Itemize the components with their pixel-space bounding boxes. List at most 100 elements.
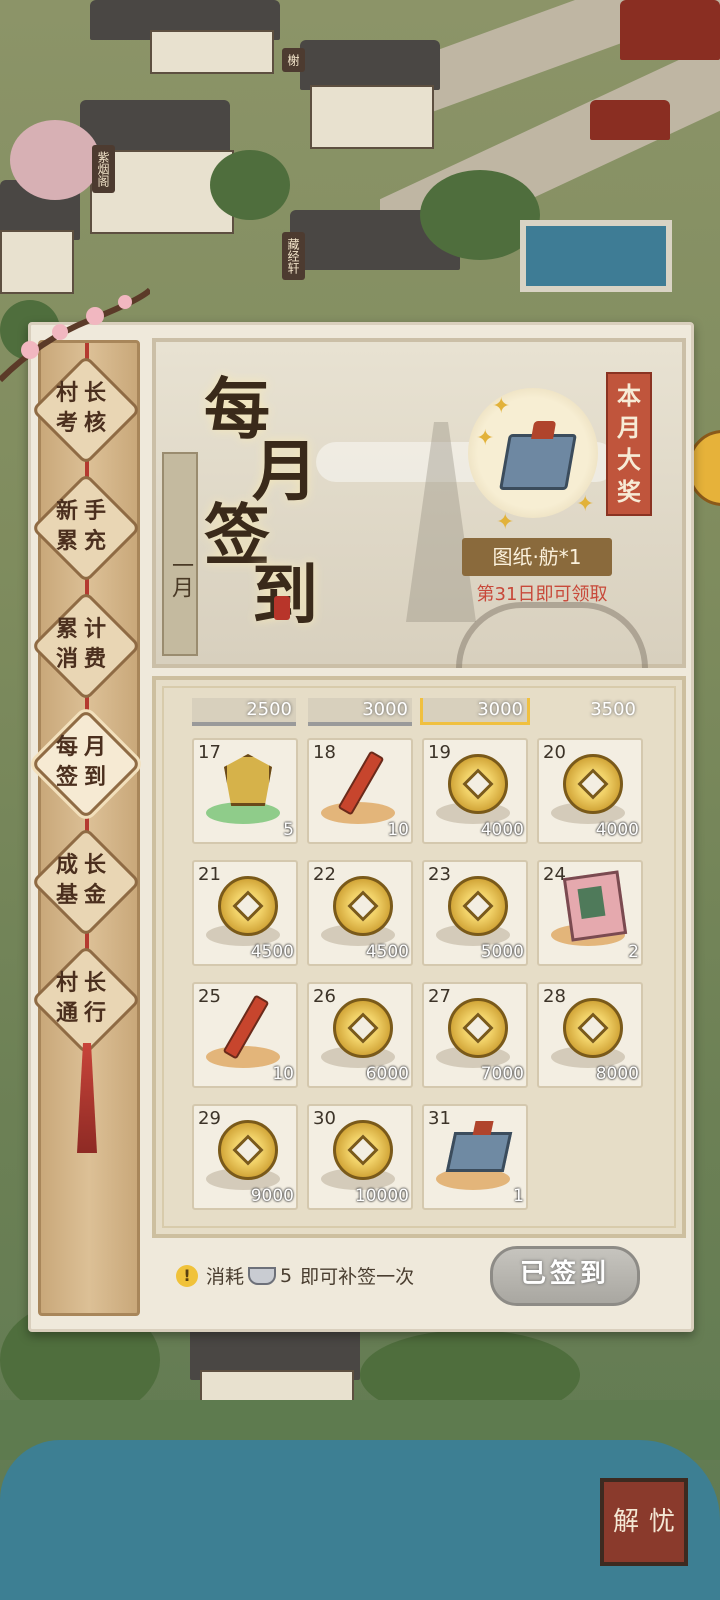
nav-label-line2: 通行	[55, 1001, 112, 1026]
reward-cell-day[interactable]: 19 4000	[422, 738, 528, 844]
signin-banner: 一月 每 月 签 到 ✦ ✦ ✦ ✦ 本 月 大 奖 图纸·舫*1 第31日即可…	[152, 338, 686, 668]
month-label: 一月	[168, 554, 193, 598]
reward-amount: 4500	[365, 942, 409, 962]
banner-title: 每 月 签 到	[204, 356, 324, 634]
nav-label-line1: 累计	[55, 617, 112, 642]
reward-amount: 2500	[246, 699, 292, 720]
reward-amount: 6000	[365, 1064, 409, 1084]
building-sign: 紫烟阁	[92, 145, 115, 193]
note-prefix: 消耗	[206, 1266, 245, 1288]
copper-coin-icon	[563, 754, 623, 814]
reward-cell-partial[interactable]: 3500	[536, 698, 640, 722]
reward-amount: 10	[272, 1064, 294, 1084]
reward-cell-partial[interactable]: 2500	[192, 698, 296, 726]
reward-amount: 4000	[595, 820, 639, 840]
reward-cell-day[interactable]: 25 10	[192, 982, 298, 1088]
grand-prize-char: 月	[617, 414, 641, 442]
copper-coin-icon	[448, 998, 508, 1058]
grand-prize-hint: 第31日即可领取	[476, 584, 608, 605]
nav-item-monthly-signin[interactable]: 每月 签到	[29, 708, 142, 820]
grand-prize-char: 大	[617, 446, 641, 474]
reward-amount: 3000	[477, 699, 523, 720]
nav-label-line1: 村长	[55, 381, 112, 406]
grand-prize-char: 奖	[617, 478, 641, 506]
day-number: 31	[428, 1108, 451, 1129]
reward-cell-day[interactable]: 22 4500	[307, 860, 413, 966]
warning-icon: !	[176, 1264, 198, 1287]
silver-ingot-icon	[248, 1266, 277, 1285]
nav-label-line2: 累充	[55, 529, 112, 554]
sparkle-icon: ✦	[496, 510, 515, 535]
day-number: 29	[198, 1108, 221, 1129]
note-suffix: 即可补签一次	[300, 1266, 415, 1288]
reward-amount: 4000	[480, 820, 524, 840]
nav-item-cumulative-spending[interactable]: 累计 消费	[29, 590, 142, 702]
month-tag: 一月	[162, 452, 198, 656]
day-number: 30	[313, 1108, 336, 1129]
amulet-icon	[224, 754, 272, 806]
nav-item-newbie-recharge[interactable]: 新手 累充	[29, 472, 142, 584]
day-number: 20	[543, 742, 566, 763]
blueprint-boat-icon	[445, 1132, 513, 1172]
grand-prize-char: 本	[617, 382, 641, 410]
item-plate	[206, 1046, 280, 1068]
day-number: 19	[428, 742, 451, 763]
nav-item-village-chief-assessment[interactable]: 村长 考核	[29, 354, 142, 466]
reward-amount: 7000	[480, 1064, 524, 1084]
reward-cell-day[interactable]: 20 4000	[537, 738, 643, 844]
reward-cell-day[interactable]: 30 10000	[307, 1104, 413, 1210]
signed-in-button[interactable]: 已签到	[490, 1246, 640, 1306]
reward-amount: 10	[387, 820, 409, 840]
nav-label-line2: 签到	[55, 765, 112, 790]
makeup-signin-note: ! 消耗 5 即可补签一次	[176, 1262, 414, 1289]
reward-cell-day[interactable]: 18 10	[307, 738, 413, 844]
nav-label-line2: 消费	[55, 647, 112, 672]
nav-item-village-chief-pass[interactable]: 村长 通行	[29, 944, 142, 1056]
nav-item-growth-fund[interactable]: 成长 基金	[29, 826, 142, 938]
copper-coin-icon	[563, 998, 623, 1058]
copper-coin-icon	[448, 876, 508, 936]
title-char: 到	[252, 556, 318, 634]
day-number: 24	[543, 864, 566, 885]
reward-cell-partial[interactable]: 3000	[308, 698, 412, 726]
jieyou-char-2: 忧	[648, 1507, 675, 1537]
jieyou-button[interactable]: 解 忧	[600, 1478, 688, 1566]
reward-cell-day[interactable]: 31 1	[422, 1104, 528, 1210]
reward-amount: 3000	[362, 699, 408, 720]
reward-amount: 4500	[250, 942, 294, 962]
day-number: 27	[428, 986, 451, 1007]
nav-label-line1: 成长	[55, 853, 112, 878]
side-nav: 村长 考核 新手 累充 累计消费 每月 签到 成长 基金 村长通行	[30, 340, 142, 1316]
building-sign: 榭	[282, 48, 305, 72]
copper-coin-icon	[218, 1120, 278, 1180]
reward-cell-day[interactable]: 26 6000	[307, 982, 413, 1088]
building-sign: 藏经轩	[282, 232, 305, 280]
jieyou-char-1: 解	[612, 1507, 639, 1537]
reward-cell-day[interactable]: 28 8000	[537, 982, 643, 1088]
copper-coin-icon	[448, 754, 508, 814]
day-number: 25	[198, 986, 221, 1007]
blueprint-boat-icon[interactable]	[499, 434, 577, 490]
sparkle-icon: ✦	[576, 492, 595, 517]
reward-cell-day[interactable]: 27 7000	[422, 982, 528, 1088]
reward-grid[interactable]: 2500 3000 3000 3500 17 5 18 10 19 4000 20 4000 2…	[152, 676, 686, 1238]
nav-label-line1: 村长	[55, 971, 112, 996]
reward-cell-partial-selected[interactable]: 3000	[420, 698, 530, 725]
red-seal-stamp	[274, 596, 290, 620]
reward-amount: 8000	[595, 1064, 639, 1084]
reward-cell-day[interactable]: 23 5000	[422, 860, 528, 966]
reward-amount: 2	[628, 942, 639, 962]
sparkle-icon: ✦	[476, 426, 495, 451]
reward-cell-day[interactable]: 29 9000	[192, 1104, 298, 1210]
note-count: 5	[280, 1264, 293, 1287]
reward-cell-day[interactable]: 24 2	[537, 860, 643, 966]
copper-coin-icon	[333, 1120, 393, 1180]
copper-coin-icon	[333, 876, 393, 936]
day-number: 28	[543, 986, 566, 1007]
day-number: 26	[313, 986, 336, 1007]
portrait-card-icon	[562, 870, 628, 942]
tassel-decoration	[77, 1043, 97, 1153]
reward-cell-day[interactable]: 17 5	[192, 738, 298, 844]
reward-cell-day[interactable]: 21 4500	[192, 860, 298, 966]
reward-amount: 10000	[354, 1186, 409, 1206]
